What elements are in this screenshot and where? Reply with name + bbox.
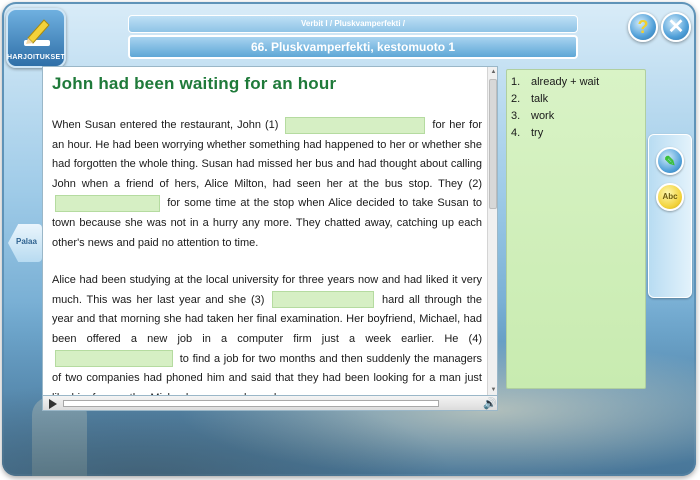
exercise-heading: John had been waiting for an hour xyxy=(52,74,337,93)
list-item: 2. talk xyxy=(511,91,645,108)
answer-blank-1[interactable] xyxy=(285,116,426,134)
back-button[interactable]: Palaa xyxy=(8,224,42,262)
paragraph-2: Alice had been studying at the local uni… xyxy=(52,271,482,395)
audio-player: 🔊 xyxy=(42,395,498,411)
volume-icon[interactable]: 🔊 xyxy=(483,397,497,410)
answer-blank-4[interactable] xyxy=(55,350,173,368)
text-run: When Susan entered the restaurant, John … xyxy=(52,119,279,131)
answer-blank-3[interactable] xyxy=(272,291,375,309)
list-item-number: 4. xyxy=(511,127,521,139)
list-item-text: work xyxy=(531,110,555,122)
exercise-panel: John had been waiting for an hour When S… xyxy=(42,66,498,396)
list-item-text: talk xyxy=(531,93,549,105)
scroll-down-icon[interactable]: ▼ xyxy=(489,386,497,395)
scroll-thumb[interactable] xyxy=(489,79,497,209)
app-window: HARJOITUKSET Verbit I / Pluskvamperfekti… xyxy=(2,2,696,476)
scroll-up-icon[interactable]: ▲ xyxy=(489,68,497,77)
audio-progress-track[interactable] xyxy=(63,400,439,407)
list-item: 4. try xyxy=(511,125,645,142)
list-item-text: try xyxy=(531,127,544,139)
list-item-text: already + wait xyxy=(531,76,600,88)
help-button[interactable]: ? xyxy=(628,12,658,42)
answer-blank-2[interactable] xyxy=(55,194,160,212)
back-label: Palaa xyxy=(16,237,37,246)
list-item: 3. work xyxy=(511,108,645,125)
pencil-check-icon: ✎ xyxy=(664,153,676,169)
vertical-scrollbar[interactable]: ▲ ▼ xyxy=(487,67,497,395)
exercise-text: John had been waiting for an hour When S… xyxy=(52,67,482,395)
list-item: 1. already + wait xyxy=(511,74,645,91)
abc-icon: Abc xyxy=(662,192,678,201)
show-answers-button[interactable]: Abc xyxy=(656,183,684,211)
list-item-number: 3. xyxy=(511,110,521,122)
answer-list: 1. already + wait 2. talk 3. work 4. try xyxy=(506,69,646,389)
page-title: 66. Pluskvamperfekti, kestomuoto 1 xyxy=(128,35,578,59)
list-item-number: 1. xyxy=(511,76,521,88)
breadcrumb: Verbit I / Pluskvamperfekti / xyxy=(128,15,578,33)
exercises-logo-button[interactable]: HARJOITUKSET xyxy=(6,8,66,68)
list-item-number: 2. xyxy=(511,93,521,105)
play-icon[interactable] xyxy=(49,399,57,409)
logo-label: HARJOITUKSET xyxy=(6,54,66,61)
paragraph-1: When Susan entered the restaurant, John … xyxy=(52,116,482,253)
check-answers-button[interactable]: ✎ xyxy=(656,147,684,175)
pencil-icon xyxy=(24,19,50,46)
tool-panel: ✎ Abc xyxy=(648,134,692,298)
close-button[interactable]: ✕ xyxy=(661,12,691,42)
